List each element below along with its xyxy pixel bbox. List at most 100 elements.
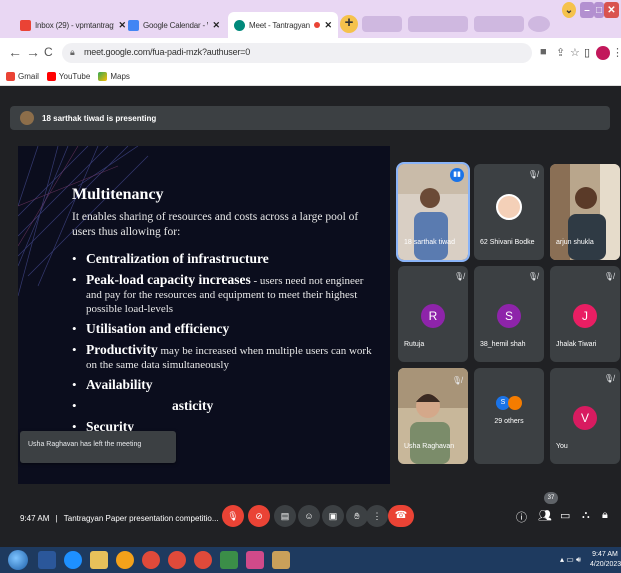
captions-button[interactable]: ▤ <box>274 505 296 527</box>
blurred-tab[interactable] <box>474 16 524 32</box>
back-icon[interactable]: ← <box>8 44 22 60</box>
activities-icon[interactable]: ⛬ <box>582 509 590 522</box>
profile-avatar[interactable] <box>596 46 610 60</box>
gmail-icon <box>6 72 15 81</box>
mic-off-icon: 🎙︎̸ <box>603 272 614 281</box>
list-item: Centralization of infrastructure <box>72 252 382 267</box>
list-item: Productivity may be increased when multi… <box>72 343 382 372</box>
clock-time: 9:47 AM <box>592 551 618 558</box>
reactions-button[interactable]: ☺ <box>298 505 320 527</box>
maximize-icon[interactable]: □ <box>594 2 604 18</box>
presenting-banner: 18 sarthak tiwad is presenting <box>10 106 610 130</box>
blurred-tab[interactable] <box>528 16 550 32</box>
media-icon[interactable] <box>116 551 134 569</box>
camera-toggle-button[interactable]: ⊘ <box>248 505 270 527</box>
bookmark-gmail[interactable]: Gmail <box>6 72 39 81</box>
participant-tile[interactable]: 🎙︎̸ J Jhalak Tiwari <box>550 266 620 362</box>
blurred-tab[interactable] <box>362 16 402 32</box>
tab-search-icon[interactable]: ⌄ <box>562 2 576 18</box>
chrome-icon[interactable] <box>194 551 212 569</box>
address-bar[interactable]: 🔒︎ meet.google.com/fua-padi-mzk?authuser… <box>62 43 532 63</box>
participant-tile[interactable]: arjun shukla <box>550 164 620 260</box>
info-icon[interactable]: ⓘ <box>516 509 527 525</box>
participant-tile[interactable]: ▮▮ 18 sarthak tiwad <box>396 162 470 262</box>
host-controls-icon[interactable]: 🔒︎ <box>602 509 608 522</box>
forward-icon[interactable]: → <box>26 44 40 60</box>
slide-bullets: Centralization of infrastructure Peak-lo… <box>72 252 382 441</box>
ie-icon[interactable] <box>64 551 82 569</box>
bookmark-youtube[interactable]: YouTube <box>46 72 91 81</box>
star-icon[interactable]: ☆ <box>570 46 580 59</box>
bookmarks-bar: Gmail YouTube Maps <box>0 68 621 86</box>
list-item: Availability <box>72 378 382 393</box>
slide-intro: It enables sharing of resources and cost… <box>72 211 359 238</box>
mic-toggle-button[interactable]: 🎙︎ <box>222 505 244 527</box>
participant-name: arjun shukla <box>556 239 594 246</box>
participant-tile[interactable]: 🎙︎̸ V You <box>550 368 620 464</box>
chrome-icon[interactable] <box>168 551 186 569</box>
participant-name: 18 sarthak tiwad <box>404 239 455 246</box>
tab-title: Google Calendar - Week of April <box>143 20 208 30</box>
notification-toast: Usha Raghavan has left the meeting <box>20 431 176 463</box>
raise-hand-button[interactable]: ✋︎ <box>346 505 368 527</box>
explorer-icon[interactable] <box>90 551 108 569</box>
close-icon[interactable]: ✕ <box>212 20 220 31</box>
avatar <box>496 194 522 220</box>
participant-name: You <box>556 443 568 450</box>
bullet-bold: asticity <box>172 398 214 413</box>
mic-off-icon: 🎙︎̸ <box>454 272 465 281</box>
paint-icon[interactable] <box>220 551 238 569</box>
powerpoint-icon[interactable] <box>246 551 264 569</box>
start-icon[interactable] <box>8 550 28 570</box>
participant-tile[interactable]: 🎙︎̸ S 38_hemil shah <box>474 266 544 362</box>
tab-title: Meet - Tantragyan Paper pre <box>249 20 312 30</box>
taskbar-clock[interactable]: 9:47 AM 4/20/2023 <box>590 550 621 570</box>
reload-icon[interactable]: C <box>44 45 53 59</box>
blurred-tab[interactable] <box>408 16 468 32</box>
minimize-icon[interactable]: – <box>580 2 594 18</box>
bullet-bold: Peak-load capacity increases <box>86 272 251 287</box>
participant-tile[interactable]: 🎙︎̸ R Rutuja <box>398 266 468 362</box>
bookmark-label: Gmail <box>18 72 39 81</box>
bullet-bold: Centralization of infrastructure <box>86 251 269 266</box>
meet-icon <box>234 19 245 31</box>
mic-off-icon: 🎙︎̸ <box>603 374 614 383</box>
list-item: Utilisation and efficiency <box>72 322 382 337</box>
list-item: Peak-load capacity increases - users nee… <box>72 273 382 316</box>
participant-tile[interactable]: S 29 others <box>474 368 544 464</box>
url-text: meet.google.com/fua-padi-mzk?authuser=0 <box>84 47 251 57</box>
system-tray-icons[interactable]: ▴ ▭ 🔊︎ <box>560 555 581 565</box>
more-options-button[interactable]: ⋮ <box>366 505 388 527</box>
participant-tile[interactable]: 🎙︎̸ 62 Shivani Bodke <box>474 164 544 260</box>
window-close-icon[interactable]: ✕ <box>604 2 619 18</box>
browser-toolbar: ← → C 🔒︎ meet.google.com/fua-padi-mzk?au… <box>0 38 621 68</box>
menu-icon[interactable]: ⋮ <box>612 46 621 59</box>
avatar <box>508 396 522 410</box>
tab-gmail[interactable]: Inbox (29) - vpmtantragyan@gm ✕ <box>14 12 132 38</box>
browser-tab-strip: Inbox (29) - vpmtantragyan@gm ✕ Google C… <box>0 0 621 38</box>
maps-icon <box>98 72 108 81</box>
chat-icon[interactable]: ▭ <box>560 509 570 522</box>
new-tab-button[interactable]: + <box>340 15 358 33</box>
participant-tile[interactable]: 🎙︎̸ Usha Raghavan <box>398 368 468 464</box>
sidepanel-icon[interactable]: ▯ <box>584 46 590 59</box>
avatar: V <box>573 406 597 430</box>
tab-meet[interactable]: Meet - Tantragyan Paper pre ✕ <box>228 12 338 38</box>
audio-app-icon[interactable] <box>272 551 290 569</box>
share-icon[interactable]: ⇪ <box>556 46 565 59</box>
presenter-avatar <box>20 111 34 125</box>
bookmark-maps[interactable]: Maps <box>98 72 130 81</box>
people-icon[interactable]: 👥︎ <box>538 509 552 522</box>
leave-call-button[interactable]: ☎︎ <box>388 505 414 527</box>
present-button[interactable]: ▣ <box>322 505 344 527</box>
mic-off-icon: 🎙︎̸ <box>451 376 462 385</box>
word-icon[interactable] <box>38 551 56 569</box>
camera-icon[interactable]: ■ <box>540 46 547 58</box>
tab-calendar[interactable]: Google Calendar - Week of April ✕ <box>122 12 226 38</box>
close-icon[interactable]: ✕ <box>324 20 332 31</box>
bookmark-label: YouTube <box>58 72 91 81</box>
chrome-icon[interactable] <box>142 551 160 569</box>
bullet-bold: Productivity <box>86 342 158 357</box>
participant-name: 38_hemil shah <box>480 341 526 348</box>
separator: | <box>55 514 58 523</box>
